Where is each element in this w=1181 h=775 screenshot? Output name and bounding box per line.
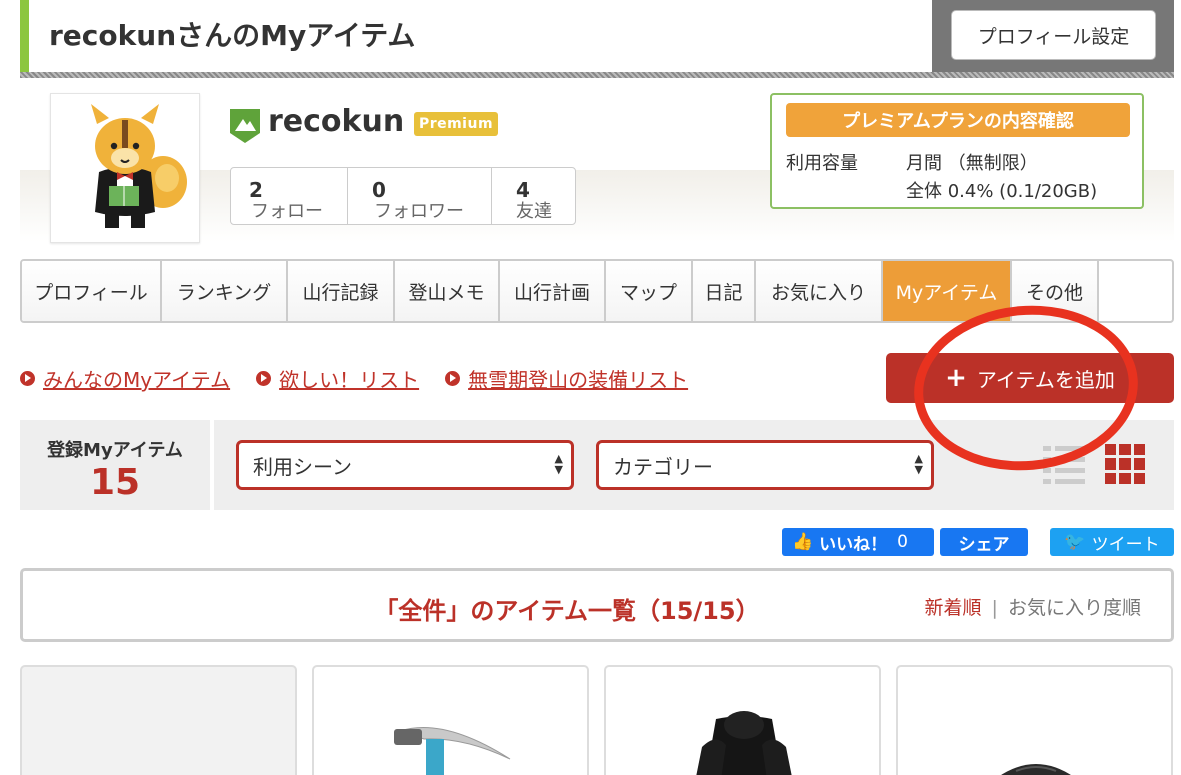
squirrel-avatar-icon <box>91 104 187 228</box>
link-gear-list[interactable]: 無雪期登山の装備リスト <box>445 364 688 393</box>
stat-follow[interactable]: 2 フォロー <box>231 168 348 224</box>
like-label: いいね！ <box>819 534 888 555</box>
like-count: 0 <box>897 532 908 552</box>
scene-select-value: 利用シーン <box>253 454 352 479</box>
avatar[interactable] <box>50 93 200 243</box>
sort-newest[interactable]: 新着順 <box>924 597 981 619</box>
category-select-value: カテゴリー <box>613 454 713 479</box>
premium-plan-button[interactable]: プレミアムプランの内容確認 <box>786 103 1130 137</box>
tweet-button[interactable]: 🐦 ツイート <box>1050 528 1174 556</box>
link-everyone-items[interactable]: みんなのMyアイテム <box>20 364 230 393</box>
sort-separator: | <box>991 597 998 619</box>
sort-favorites[interactable]: お気に入り度順 <box>1008 597 1141 619</box>
tab-records[interactable]: 山行記録 <box>288 261 395 321</box>
tab-diary[interactable]: 日記 <box>693 261 756 321</box>
item-card[interactable] <box>604 665 881 775</box>
registered-items-label: 登録Myアイテム <box>47 440 183 461</box>
mountain-badge-icon <box>230 109 260 143</box>
tab-plans[interactable]: 山行計画 <box>500 261 606 321</box>
category-select[interactable]: カテゴリー ▲ ▼ <box>596 440 934 490</box>
arrow-bullet-icon <box>445 371 461 386</box>
registered-items-count: 15 <box>89 462 141 503</box>
item-count-panel: 登録Myアイテム 15 <box>20 420 210 510</box>
item-list-header: 「全件」のアイテム一覧（15/15） 新着順 | お気に入り度順 <box>20 568 1174 642</box>
capacity-total: 全体 0.4% (0.1/20GB) <box>906 181 1098 202</box>
header-divider <box>20 72 1174 78</box>
arrow-bullet-icon <box>256 371 272 386</box>
grid-view-icon[interactable] <box>1105 444 1145 484</box>
link-wishlist[interactable]: 欲しい！リスト <box>256 364 419 393</box>
link-label[interactable]: みんなのMyアイテム <box>43 364 230 393</box>
tab-map[interactable]: マップ <box>606 261 693 321</box>
item-card[interactable] <box>896 665 1173 775</box>
follower-label: フォロワー <box>374 201 464 222</box>
tweet-label: ツイート <box>1091 534 1160 555</box>
ice-axe-image <box>394 727 511 775</box>
sort-options: 新着順 | お気に入り度順 <box>924 593 1141 620</box>
profile-settings-button[interactable]: プロフィール設定 <box>951 10 1156 60</box>
item-links: みんなのMyアイテム 欲しい！リスト 無雪期登山の装備リスト <box>20 364 714 393</box>
jacket-image <box>696 711 792 775</box>
select-arrows-icon: ▲ ▼ <box>914 452 923 476</box>
follow-stats: 2 フォロー 0 フォロワー 4 友達 <box>230 167 576 225</box>
link-label[interactable]: 無雪期登山の装備リスト <box>468 364 688 393</box>
facebook-share-button[interactable]: シェア <box>940 528 1028 556</box>
username[interactable]: recokun <box>268 104 404 139</box>
capacity-label: 利用容量 <box>786 153 858 174</box>
premium-badge: Premium <box>414 112 498 136</box>
follow-label: フォロー <box>251 201 323 222</box>
friends-label: 友達 <box>516 201 552 222</box>
stat-friends[interactable]: 4 友達 <box>492 168 575 224</box>
tab-memo[interactable]: 登山メモ <box>395 261 500 321</box>
tab-ranking[interactable]: ランキング <box>162 261 288 321</box>
link-label[interactable]: 欲しい！リスト <box>279 364 419 393</box>
tab-favorites[interactable]: お気に入り <box>756 261 883 321</box>
item-card[interactable] <box>312 665 589 775</box>
twitter-bird-icon: 🐦 <box>1064 532 1086 552</box>
shirt-image <box>1001 764 1071 775</box>
arrow-bullet-icon <box>20 371 35 386</box>
select-arrows-icon: ▲ ▼ <box>554 452 563 476</box>
plan-box: プレミアムプランの内容確認 利用容量 月間 （無制限） 全体 0.4% (0.1… <box>770 93 1144 209</box>
capacity-monthly: 月間 （無制限） <box>906 153 1038 174</box>
item-card[interactable] <box>20 665 297 775</box>
stat-follower[interactable]: 0 フォロワー <box>348 168 492 224</box>
thumbs-up-icon: 👍 <box>792 532 814 552</box>
scene-select[interactable]: 利用シーン ▲ ▼ <box>236 440 574 490</box>
page-title: recokunさんのMyアイテム <box>49 19 416 52</box>
facebook-like-button[interactable]: 👍 いいね！ 0 <box>782 528 934 556</box>
tab-profile[interactable]: プロフィール <box>22 261 162 321</box>
